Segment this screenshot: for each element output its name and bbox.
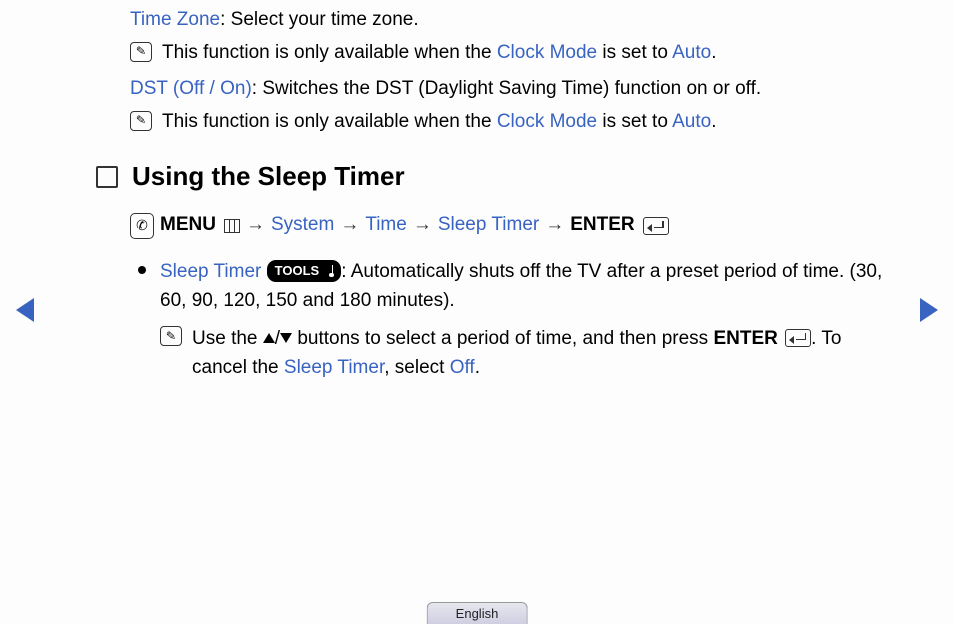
sleep-timer-text: Sleep Timer TOOLS : Automatically shuts … <box>160 257 894 316</box>
tools-note-icon <box>323 265 333 277</box>
tools-badge: TOOLS <box>267 260 342 282</box>
section-bullet-icon <box>96 166 118 188</box>
arrow-icon: → <box>340 212 359 239</box>
bullet-icon <box>138 266 146 274</box>
up-arrow-icon <box>263 333 275 343</box>
time-zone-row: Time Zone: Select your time zone. <box>130 7 894 34</box>
menu-label: MENU <box>160 212 216 239</box>
note-3-text: Use the / buttons to select a period of … <box>192 324 854 383</box>
next-page-button[interactable] <box>920 298 938 322</box>
clock-mode-link: Clock Mode <box>497 42 597 63</box>
path-system: System <box>271 212 334 239</box>
enter-icon <box>785 329 811 347</box>
note-2-text: This function is only available when the… <box>162 109 717 136</box>
sleep-timer-link: Sleep Timer <box>284 357 384 378</box>
time-zone-label: Time Zone <box>130 9 220 30</box>
time-zone-desc: : Select your time zone. <box>220 9 419 30</box>
path-time: Time <box>365 212 407 239</box>
arrow-icon: → <box>413 212 432 239</box>
note-icon: ✎ <box>130 42 152 62</box>
path-sleep-timer: Sleep Timer <box>438 212 539 239</box>
section-heading-row: Using the Sleep Timer <box>96 161 894 192</box>
enter-label: ENTER <box>713 328 777 349</box>
note-row-2: ✎ This function is only available when t… <box>130 109 894 136</box>
arrow-icon: → <box>246 212 265 239</box>
sleep-timer-label: Sleep Timer <box>160 261 261 282</box>
note-row-3: ✎ Use the / buttons to select a period o… <box>160 324 894 383</box>
down-arrow-icon <box>280 333 292 343</box>
auto-link: Auto <box>672 111 711 132</box>
enter-icon <box>643 217 669 235</box>
enter-label: ENTER <box>570 212 634 239</box>
arrow-icon: → <box>545 212 564 239</box>
prev-page-button[interactable] <box>16 298 34 322</box>
menu-grid-icon <box>224 219 240 233</box>
sleep-timer-bullet-row: Sleep Timer TOOLS : Automatically shuts … <box>138 257 894 316</box>
language-tab[interactable]: English <box>427 602 528 624</box>
dst-row: DST (Off / On): Switches the DST (Daylig… <box>130 76 894 103</box>
note-icon: ✎ <box>130 111 152 131</box>
clock-mode-link: Clock Mode <box>497 111 597 132</box>
note-1-text: This function is only available when the… <box>162 40 717 67</box>
section-heading: Using the Sleep Timer <box>132 161 405 192</box>
note-row-1: ✎ This function is only available when t… <box>130 40 894 67</box>
remote-icon: ✆ <box>130 213 154 239</box>
dst-desc: : Switches the DST (Daylight Saving Time… <box>252 78 761 99</box>
menu-path-row: ✆ MENU → System → Time → Sleep Timer → E… <box>130 212 894 239</box>
dst-label: DST (Off / On) <box>130 78 252 99</box>
off-link: Off <box>450 357 475 378</box>
manual-page: Time Zone: Select your time zone. ✎ This… <box>0 0 954 383</box>
note-icon: ✎ <box>160 326 182 346</box>
auto-link: Auto <box>672 42 711 63</box>
